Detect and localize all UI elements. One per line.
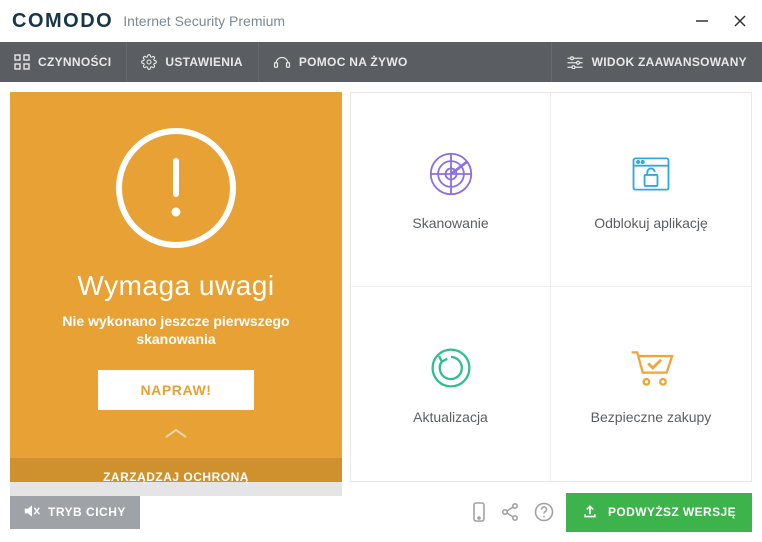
menu-live-help-label: POMOC NA ŻYWO: [299, 55, 408, 69]
help-icon[interactable]: [534, 502, 554, 522]
menu-advanced-view[interactable]: WIDOK ZAAWANSOWANY: [551, 42, 762, 82]
close-button[interactable]: [730, 11, 750, 31]
upgrade-button[interactable]: PODWYŻSZ WERSJĘ: [566, 493, 752, 532]
silent-mode-button[interactable]: TRYB CICHY: [10, 496, 140, 529]
upgrade-label: PODWYŻSZ WERSJĘ: [608, 505, 736, 519]
manage-protection-button[interactable]: ZARZĄDZAJ OCHRONĄ: [10, 458, 342, 496]
gear-icon: [141, 54, 157, 70]
menu-settings[interactable]: USTAWIENIA: [126, 42, 257, 82]
alert-icon: [116, 128, 236, 248]
mute-icon: [24, 504, 40, 521]
upload-icon: [582, 503, 598, 522]
sliders-icon: [566, 55, 584, 69]
window-controls: [692, 11, 750, 31]
menu-advanced-label: WIDOK ZAAWANSOWANY: [592, 55, 747, 69]
status-title: Wymaga uwagi: [77, 270, 274, 302]
footer-icons: [472, 502, 554, 522]
title-bar: COMODO Internet Security Premium: [0, 0, 762, 42]
tiles-grid: Skanowanie Odblokuj aplikację Aktualizac…: [350, 92, 752, 482]
status-panel: Wymaga uwagi Nie wykonano jeszcze pierws…: [10, 92, 342, 482]
tile-scan-label: Skanowanie: [412, 215, 488, 231]
tile-shopping[interactable]: Bezpieczne zakupy: [551, 287, 751, 481]
tile-unblock-label: Odblokuj aplikację: [594, 215, 708, 231]
fix-button[interactable]: NAPRAW!: [98, 370, 253, 410]
mobile-icon[interactable]: [472, 502, 486, 522]
window-subtitle: Internet Security Premium: [123, 13, 285, 29]
minimize-button[interactable]: [692, 11, 712, 31]
silent-mode-label: TRYB CICHY: [48, 505, 126, 519]
menu-activities[interactable]: CZYNNOŚCI: [0, 42, 126, 82]
unlock-window-icon: [626, 149, 676, 199]
tile-scan[interactable]: Skanowanie: [351, 93, 551, 287]
tile-update[interactable]: Aktualizacja: [351, 287, 551, 481]
content-area: Wymaga uwagi Nie wykonano jeszcze pierws…: [0, 82, 762, 492]
refresh-icon: [426, 343, 476, 393]
menu-live-help[interactable]: POMOC NA ŻYWO: [258, 42, 423, 82]
menu-bar: CZYNNOŚCI USTAWIENIA POMOC NA ŻYWO WIDOK…: [0, 42, 762, 82]
menu-settings-label: USTAWIENIA: [165, 55, 242, 69]
radar-icon: [426, 149, 476, 199]
status-inner: Wymaga uwagi Nie wykonano jeszcze pierws…: [10, 92, 342, 458]
status-message: Nie wykonano jeszcze pierwszego skanowan…: [36, 312, 316, 348]
brand-logo: COMODO: [12, 10, 113, 33]
close-icon: [733, 14, 747, 28]
grid-icon: [14, 54, 30, 70]
tile-update-label: Aktualizacja: [413, 409, 488, 425]
tile-shopping-label: Bezpieczne zakupy: [591, 409, 712, 425]
tile-unblock[interactable]: Odblokuj aplikację: [551, 93, 751, 287]
chevron-up-icon: [162, 426, 190, 444]
headset-icon: [273, 54, 291, 70]
menu-activities-label: CZYNNOŚCI: [38, 55, 111, 69]
minimize-icon: [695, 14, 709, 28]
cart-check-icon: [626, 343, 676, 393]
share-icon[interactable]: [500, 502, 520, 522]
footer-bar: TRYB CICHY PODWYŻSZ WERSJĘ: [0, 492, 762, 542]
